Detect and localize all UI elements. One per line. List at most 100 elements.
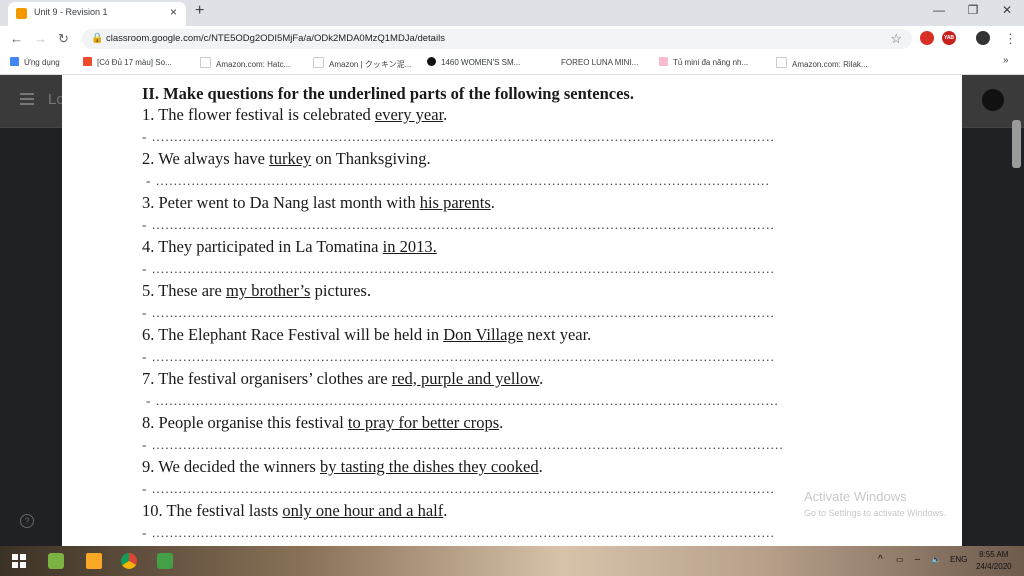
bookmark-item[interactable]: Amazon.com: Hatc... [200,57,290,69]
windows-start-icon[interactable] [12,554,26,568]
bookmark-item[interactable]: Tủ mini đa năng nh... [659,57,748,67]
file-explorer-icon[interactable] [86,553,102,569]
system-clock[interactable]: 8:55 AM 24/4/2020 [976,549,1012,573]
worksheet-image: II. Make questions for the underlined pa… [62,75,962,546]
minecraft-icon[interactable] [48,553,64,569]
tab-unit9[interactable]: Unit 9 - Revision 1 × [8,2,186,26]
underlined-part: Don Village [443,325,524,344]
underlined-part: red, purple and yellow [391,369,540,388]
underlined-part: his parents [419,193,491,212]
bookmark-label: [Có Đủ 17 màu] So... [97,58,172,67]
answer-dash: - [142,305,148,320]
question-10: 10. The festival lasts only one hour and… [142,501,448,520]
question-8: 8. People organise this festival to pray… [142,413,504,432]
answer-line-3: - ......................................… [142,217,775,232]
yab-icon: YAB [943,35,955,41]
language-indicator[interactable]: ENG [950,555,967,564]
bookmark-star-icon[interactable]: ☆ [890,31,902,47]
close-icon[interactable]: × [170,5,177,19]
yab-extension-icon[interactable]: YAB [942,31,956,45]
underlined-part: in 2013. [382,237,437,256]
answer-dash: - [142,349,148,364]
bookmark-label: Tủ mini đa năng nh... [673,58,749,67]
bookmarks-bar: Ứng dụng [Có Đủ 17 màu] So... Amazon.com… [0,52,1024,75]
bookmark-item[interactable]: 1460 WOMEN'S SM... [427,57,520,67]
answer-dash: - [142,525,148,540]
answer-dash: - [142,129,148,144]
volume-icon[interactable]: 🔈 [931,555,941,564]
answer-line-10: - ......................................… [142,525,775,540]
chrome-icon[interactable] [121,553,137,569]
tab-title: Unit 9 - Revision 1 [34,7,108,17]
bookmark-label: FOREO LUNA MINI... [561,58,639,67]
page-icon [547,57,556,66]
clock-time: 8:55 AM [979,550,1009,559]
bookmark-apps[interactable]: Ứng dụng [10,57,60,67]
amazon-icon [200,57,211,68]
shopee-icon [83,57,92,66]
plus-circle-icon [427,57,436,66]
worksheet-heading: II. Make questions for the underlined pa… [142,84,634,103]
activate-windows-title: Activate Windows [804,489,907,504]
forward-arrow-icon[interactable]: → [34,31,47,46]
answer-line-4: - ......................................… [142,261,775,276]
answer-line-7: - ......................................… [146,393,779,408]
restore-icon[interactable]: ❐ [958,3,988,17]
apps-icon [10,57,19,66]
green-app-icon[interactable] [157,553,173,569]
tab-strip: Unit 9 - Revision 1 × + — ❐ ✕ [0,0,1024,26]
bookmark-label: Amazon.com: Hatc... [216,60,291,69]
url-text[interactable]: classroom.google.com/c/NTE5ODg2ODI5MjFa/… [106,33,445,44]
question-9: 9. We decided the winners by tasting the… [142,457,543,476]
tray-expand-icon[interactable]: ^ [878,554,883,565]
image-icon [659,57,668,66]
activate-windows-subtitle: Go to Settings to activate Windows. [804,508,947,518]
profile-avatar[interactable] [976,31,990,45]
hamburger-menu-icon[interactable] [20,93,34,105]
address-bar[interactable]: 🔒 classroom.google.com/c/NTE5ODg2ODI5MjF… [82,29,912,49]
windows-taskbar: ^ ▭ ∽ 🔈 ENG 8:55 AM 24/4/2020 [0,546,1024,576]
answer-dash: - [142,217,148,232]
reload-icon[interactable]: ↻ [58,31,69,47]
answer-line-5: - ......................................… [142,305,775,320]
bookmark-item[interactable]: FOREO LUNA MINI... [547,57,638,67]
underlined-part: my brother’s [226,281,311,300]
bookmark-item[interactable]: [Có Đủ 17 màu] So... [83,57,172,67]
help-icon[interactable]: ? [20,514,34,528]
answer-dash: - [142,481,148,496]
clock-date: 24/4/2020 [976,562,1012,571]
wifi-icon[interactable]: ∽ [914,555,921,564]
bookmark-item[interactable]: Amazon.com: Rilak... [776,57,868,69]
question-7: 7. The festival organisers’ clothes are … [142,369,544,388]
question-5: 5. These are my brother’s pictures. [142,281,371,300]
scrollbar-thumb[interactable] [1012,120,1021,168]
battery-icon[interactable]: ▭ [896,555,904,564]
lock-icon: 🔒 [91,33,104,44]
answer-line-9: - ......................................… [142,481,775,496]
answer-dash: - [146,393,152,408]
new-tab-button[interactable]: + [195,2,204,20]
bookmark-label: Amazon.com: Rilak... [792,60,868,69]
classroom-icon [16,8,27,19]
window-close-icon[interactable]: ✕ [992,3,1022,17]
browser-toolbar: ← → ↻ 🔒 classroom.google.com/c/NTE5ODg2O… [0,26,1024,52]
amazon-icon [313,57,324,68]
bookmarks-overflow-icon[interactable]: » [1003,55,1009,66]
user-avatar[interactable] [982,89,1004,111]
menu-kebab-icon[interactable]: ⋮ [1004,31,1017,47]
underlined-part: only one hour and a half [282,501,444,520]
underlined-part: turkey [269,149,312,168]
answer-line-1: - ......................................… [142,129,775,144]
bookmark-item[interactable]: Amazon | クッキン泥... [313,57,411,70]
answer-dash: - [142,437,148,452]
answer-dash: - [146,173,152,188]
minimize-icon[interactable]: — [924,3,954,17]
bookmark-label: Amazon | クッキン泥... [329,60,412,69]
adblock-extension-icon[interactable] [920,31,934,45]
answer-line-8: - ......................................… [142,437,784,452]
amazon-icon [776,57,787,68]
bookmark-label: Ứng dụng [24,58,60,67]
back-arrow-icon[interactable]: ← [10,31,23,46]
underlined-part: by tasting the dishes they cooked [319,457,539,476]
answer-line-2: - ......................................… [146,173,771,188]
